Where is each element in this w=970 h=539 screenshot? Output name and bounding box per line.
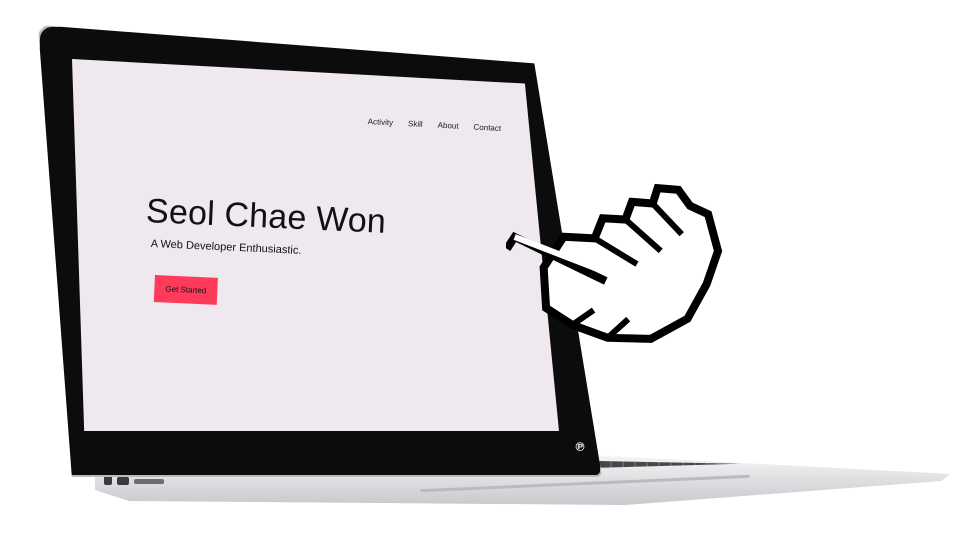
hero-tagline: A Web Developer Enthusiastic. bbox=[150, 238, 302, 257]
sd-card-slot bbox=[134, 479, 164, 484]
brand-mark: ℗ bbox=[574, 440, 586, 454]
thunderbolt-port bbox=[117, 477, 129, 485]
website-screen: Activity Skill About Contact Seol Chae W… bbox=[72, 59, 559, 431]
get-started-button[interactable]: Get Started bbox=[153, 275, 218, 305]
nav-link-activity[interactable]: Activity bbox=[368, 117, 394, 127]
usb-port bbox=[104, 476, 112, 485]
stage: ℗ Activity Skill About Contact Seol Chae… bbox=[0, 0, 970, 539]
hero-name: Seol Chae Won bbox=[145, 192, 387, 241]
nav-link-skill[interactable]: Skill bbox=[408, 119, 423, 129]
nav-link-contact[interactable]: Contact bbox=[473, 123, 501, 133]
pointing-hand-cursor-icon bbox=[506, 183, 723, 343]
site-nav: Activity Skill About Contact bbox=[368, 117, 502, 133]
nav-link-about[interactable]: About bbox=[437, 121, 458, 131]
